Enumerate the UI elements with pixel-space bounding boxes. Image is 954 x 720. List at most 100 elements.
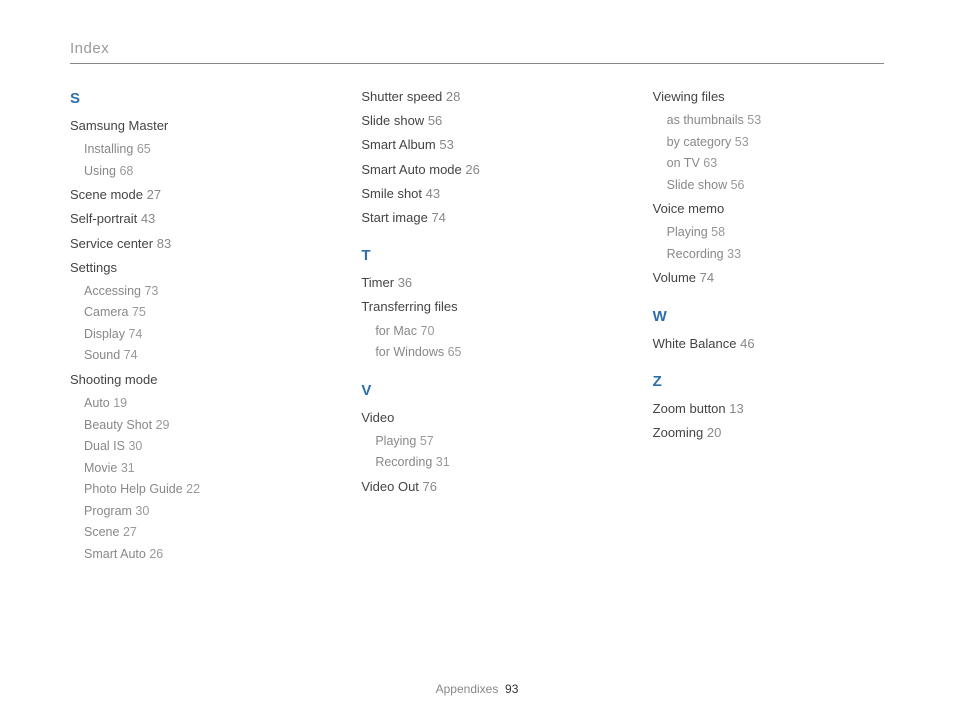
entry-label: Smile shot <box>361 186 422 201</box>
index-subentry: Camera 75 <box>84 304 301 322</box>
index-entry: Video Out 76 <box>361 478 592 496</box>
index-entry: Samsung Master <box>70 117 301 135</box>
sub-label: by category <box>667 135 732 149</box>
page-ref: 53 <box>735 135 749 149</box>
page-ref: 57 <box>420 434 434 448</box>
index-subentry: as thumbnails 53 <box>667 112 884 130</box>
page-footer: Appendixes 93 <box>0 682 954 696</box>
page-ref: 43 <box>141 211 155 226</box>
index-column-3: Viewing files as thumbnails 53 by catego… <box>653 88 884 567</box>
sub-label: Using <box>84 164 116 178</box>
sub-label: Playing <box>667 225 708 239</box>
index-entry: Start image 74 <box>361 209 592 227</box>
page-ref: 65 <box>137 142 151 156</box>
page-ref: 74 <box>124 348 138 362</box>
entry-label: Slide show <box>361 113 424 128</box>
sub-label: as thumbnails <box>667 113 744 127</box>
index-entry: Timer 36 <box>361 274 592 292</box>
sub-label: Playing <box>375 434 416 448</box>
page-ref: 27 <box>147 187 161 202</box>
index-entry: Settings <box>70 259 301 277</box>
index-subentry: Display 74 <box>84 326 301 344</box>
sub-label: for Windows <box>375 345 444 359</box>
letter-w: W <box>653 306 884 327</box>
sub-label: Program <box>84 504 132 518</box>
index-subentry: Slide show 56 <box>667 177 884 195</box>
page-ref: 58 <box>711 225 725 239</box>
index-entry: Transferring files <box>361 298 592 316</box>
entry-label: Smart Auto mode <box>361 162 461 177</box>
index-subentry: Playing 58 <box>667 224 884 242</box>
index-subentry: Recording 33 <box>667 246 884 264</box>
index-entry: Voice memo <box>653 200 884 218</box>
letter-t: T <box>361 245 592 266</box>
index-subentry: for Mac 70 <box>375 323 592 341</box>
index-subentry: by category 53 <box>667 134 884 152</box>
page-ref: 19 <box>113 396 127 410</box>
index-subentry: Sound 74 <box>84 347 301 365</box>
index-subentry: Accessing 73 <box>84 283 301 301</box>
sub-label: Recording <box>375 455 432 469</box>
entry-label: Start image <box>361 210 427 225</box>
index-subentry: Scene 27 <box>84 524 301 542</box>
page-ref: 43 <box>426 186 440 201</box>
index-subentry: Installing 65 <box>84 141 301 159</box>
page-ref: 53 <box>747 113 761 127</box>
page-ref: 13 <box>729 401 743 416</box>
page-ref: 22 <box>186 482 200 496</box>
page-ref: 70 <box>421 324 435 338</box>
index-subentry: Beauty Shot 29 <box>84 417 301 435</box>
entry-label: Service center <box>70 236 153 251</box>
index-subentry: Playing 57 <box>375 433 592 451</box>
index-entry: Shooting mode <box>70 371 301 389</box>
page-ref: 36 <box>398 275 412 290</box>
sub-label: Scene <box>84 525 119 539</box>
sub-label: Accessing <box>84 284 141 298</box>
entry-label: White Balance <box>653 336 737 351</box>
page-ref: 74 <box>431 210 445 225</box>
entry-label: Zooming <box>653 425 704 440</box>
page-ref: 29 <box>156 418 170 432</box>
letter-s: S <box>70 88 301 109</box>
entry-label: Shutter speed <box>361 89 442 104</box>
index-subentry: Using 68 <box>84 163 301 181</box>
page-ref: 68 <box>119 164 133 178</box>
sub-label: Movie <box>84 461 117 475</box>
index-entry: Self-portrait 43 <box>70 210 301 228</box>
index-subentry: Photo Help Guide 22 <box>84 481 301 499</box>
letter-z: Z <box>653 371 884 392</box>
sub-label: Auto <box>84 396 110 410</box>
sub-label: on TV <box>667 156 700 170</box>
page-ref: 56 <box>428 113 442 128</box>
index-subentry: Smart Auto 26 <box>84 546 301 564</box>
index-entry: Zoom button 13 <box>653 400 884 418</box>
index-subentry: Dual IS 30 <box>84 438 301 456</box>
index-columns: S Samsung Master Installing 65 Using 68 … <box>70 88 884 567</box>
sub-label: Recording <box>667 247 724 261</box>
page-ref: 20 <box>707 425 721 440</box>
page-ref: 26 <box>465 162 479 177</box>
entry-label: Timer <box>361 275 394 290</box>
index-entry: Slide show 56 <box>361 112 592 130</box>
footer-section: Appendixes <box>436 682 499 696</box>
page-ref: 26 <box>149 547 163 561</box>
page-ref: 56 <box>731 178 745 192</box>
index-entry: Scene mode 27 <box>70 186 301 204</box>
sub-label: Slide show <box>667 178 727 192</box>
index-column-1: S Samsung Master Installing 65 Using 68 … <box>70 88 301 567</box>
footer-page-number: 93 <box>505 682 518 696</box>
page-ref: 31 <box>121 461 135 475</box>
entry-label: Smart Album <box>361 137 435 152</box>
page-ref: 74 <box>700 270 714 285</box>
sub-label: Beauty Shot <box>84 418 152 432</box>
entry-label: Video Out <box>361 479 419 494</box>
page-ref: 28 <box>446 89 460 104</box>
entry-label: Self-portrait <box>70 211 137 226</box>
index-entry: Service center 83 <box>70 235 301 253</box>
index-column-2: Shutter speed 28 Slide show 56 Smart Alb… <box>361 88 592 567</box>
page-ref: 33 <box>727 247 741 261</box>
index-entry: Smart Auto mode 26 <box>361 161 592 179</box>
page-ref: 75 <box>132 305 146 319</box>
page-ref: 74 <box>128 327 142 341</box>
page-ref: 30 <box>135 504 149 518</box>
